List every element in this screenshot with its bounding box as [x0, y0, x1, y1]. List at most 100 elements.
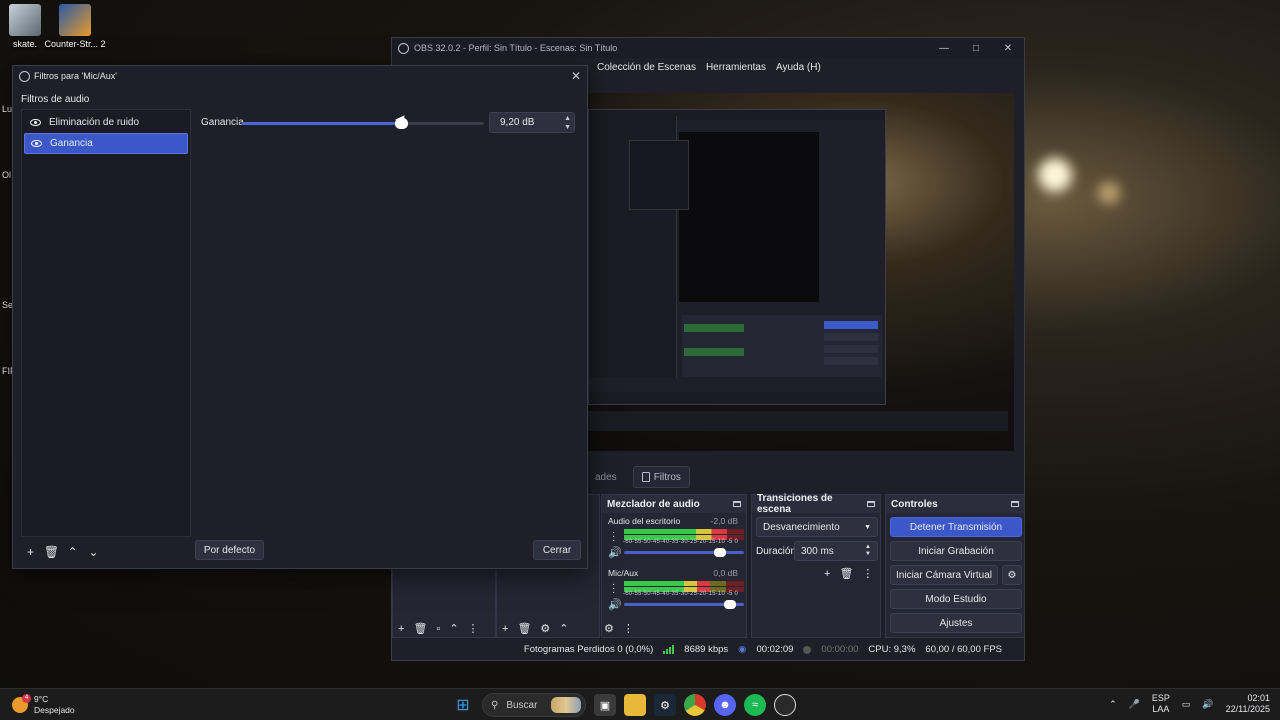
- speaker-icon[interactable]: 🔊: [608, 598, 622, 611]
- task-view-icon[interactable]: ▣: [594, 694, 616, 716]
- mixer-menu-icon[interactable]: ⋮: [623, 622, 634, 635]
- remove-source-icon[interactable]: 🗑: [413, 622, 427, 635]
- add-transition-icon[interactable]: +: [824, 568, 830, 580]
- fps: 60,00 / 60,00 FPS: [925, 644, 1002, 655]
- volume-slider[interactable]: [624, 600, 744, 609]
- signal-bars-icon: [663, 645, 675, 654]
- gain-value-input[interactable]: 9,20 dB ▲ ▼: [489, 112, 575, 133]
- popout-icon[interactable]: [867, 501, 875, 507]
- transitions-dock: Transiciones de escena Desvanecimiento ▼…: [751, 493, 881, 638]
- spin-arrows-icon[interactable]: ▲ ▼: [564, 114, 571, 132]
- menu-tools[interactable]: Herramientas: [706, 62, 766, 73]
- weather-icon: 4: [12, 694, 31, 713]
- channel-db: 0,0 dB: [713, 568, 738, 578]
- popout-icon[interactable]: [1011, 501, 1019, 507]
- scene-up-icon[interactable]: ⌃: [559, 622, 568, 635]
- move-up-icon[interactable]: ⌃: [449, 622, 458, 635]
- tab-filters[interactable]: Filtros: [632, 466, 690, 488]
- chrome-icon[interactable]: [684, 694, 706, 716]
- source-menu-icon[interactable]: ⋮: [468, 622, 479, 635]
- close-button[interactable]: Cerrar: [533, 540, 581, 560]
- steam-icon[interactable]: ⚙: [654, 694, 676, 716]
- duration-input[interactable]: 300 ms ▲ ▼: [794, 541, 878, 561]
- move-down-icon[interactable]: ⌄: [86, 544, 101, 559]
- virtual-camera-settings-button[interactable]: ⚙: [1002, 565, 1022, 585]
- volume-knob[interactable]: [714, 548, 726, 557]
- eye-icon[interactable]: [30, 119, 41, 126]
- weather-condition: Despejado: [34, 705, 75, 715]
- search-highlight-image: [551, 697, 581, 713]
- mixer-channel-desktop: Audio del escritorio -2,0 dB · · · -60-55-…: [602, 513, 746, 565]
- start-button-icon[interactable]: ⊞: [452, 694, 474, 716]
- defaults-button[interactable]: Por defecto: [195, 540, 264, 560]
- mixer-advanced-icon[interactable]: ⚙: [604, 622, 614, 635]
- volume-knob[interactable]: [723, 600, 736, 609]
- taskbar-apps: ⊞ ⚲ Buscar ▣ ⚙ ☻ ≈: [452, 693, 796, 717]
- windows-taskbar: 4 9°C Despejado ⊞ ⚲ Buscar ▣ ⚙ ☻ ≈ ⌃ 🎤 E…: [0, 688, 1280, 720]
- close-window-button[interactable]: ✕: [992, 38, 1024, 58]
- remove-scene-icon[interactable]: 🗑: [517, 622, 531, 635]
- network-icon[interactable]: ▭: [1182, 699, 1191, 710]
- clock[interactable]: 02:01 22/11/2025: [1226, 693, 1270, 715]
- menu-scene-collection[interactable]: Colección de Escenas: [597, 62, 696, 73]
- discord-icon[interactable]: ☻: [714, 694, 736, 716]
- close-icon[interactable]: ✕: [571, 69, 581, 83]
- transition-menu-icon[interactable]: ⋮: [862, 567, 873, 580]
- gear-icon: ⚙: [1007, 569, 1017, 581]
- transition-select[interactable]: Desvanecimiento ▼: [756, 517, 878, 537]
- channel-db: -2,0 dB: [710, 516, 738, 526]
- weather-badge: 4: [22, 694, 31, 703]
- minimize-button[interactable]: —: [928, 38, 960, 58]
- settings-button[interactable]: Ajustes: [890, 613, 1022, 633]
- add-source-icon[interactable]: +: [398, 623, 404, 635]
- remove-transition-icon[interactable]: 🗑: [839, 567, 853, 580]
- taskbar-search[interactable]: ⚲ Buscar: [482, 693, 586, 717]
- obs-statusbar: Fotogramas Perdidos 0 (0,0%) 8689 kbps ◉…: [392, 639, 1024, 660]
- start-recording-button[interactable]: Iniciar Grabación: [890, 541, 1022, 561]
- cpu-usage: CPU: 9,3%: [868, 644, 916, 655]
- popout-icon[interactable]: [733, 501, 741, 507]
- language-indicator[interactable]: ESP LAA: [1152, 693, 1170, 715]
- channel-menu-icon[interactable]: · · ·: [612, 528, 615, 546]
- filters-dialog: Filtros para 'Mic/Aux' ✕ Filtros de audi…: [12, 65, 588, 569]
- dialog-titlebar: Filtros para 'Mic/Aux': [13, 66, 587, 86]
- microphone-icon[interactable]: 🎤: [1129, 699, 1140, 710]
- add-scene-icon[interactable]: +: [502, 623, 508, 635]
- source-properties-icon[interactable]: ▫: [436, 623, 440, 635]
- filter-item-noise-suppression[interactable]: Eliminación de ruido: [24, 112, 188, 133]
- filter-item-gain[interactable]: Ganancia: [24, 133, 188, 154]
- chevron-up-icon[interactable]: ⌃: [1109, 699, 1117, 710]
- bitrate: 8689 kbps: [684, 644, 729, 655]
- volume-slider[interactable]: [624, 548, 744, 557]
- gain-label: Ganancia: [201, 117, 244, 128]
- maximize-button[interactable]: □: [960, 38, 992, 58]
- file-explorer-icon[interactable]: [624, 694, 646, 716]
- channel-menu-icon[interactable]: · · ·: [612, 580, 615, 598]
- dock-tabs: ades Filtros: [587, 466, 690, 488]
- start-virtual-camera-button[interactable]: Iniciar Cámara Virtual: [890, 565, 998, 585]
- spin-arrows-icon[interactable]: ▲ ▼: [865, 544, 871, 558]
- remove-filter-icon[interactable]: 🗑: [44, 544, 59, 559]
- chevron-down-icon: ▼: [864, 523, 871, 531]
- nested-taskbar-capture: [588, 411, 1008, 431]
- temperature: 9°C: [34, 694, 49, 704]
- level-fill: [624, 581, 711, 586]
- eye-icon[interactable]: [31, 140, 42, 147]
- studio-mode-button[interactable]: Modo Estudio: [890, 589, 1022, 609]
- move-up-icon[interactable]: ⌃: [65, 544, 80, 559]
- spotify-icon[interactable]: ≈: [744, 694, 766, 716]
- background-light: [1038, 158, 1072, 192]
- weather-widget[interactable]: 4 9°C Despejado: [12, 694, 75, 716]
- stop-streaming-button[interactable]: Detener Transmisión: [890, 517, 1022, 537]
- obs-taskbar-icon[interactable]: [774, 694, 796, 716]
- menu-help[interactable]: Ayuda (H): [776, 62, 821, 73]
- add-filter-icon[interactable]: +: [23, 544, 38, 559]
- volume-icon[interactable]: 🔊: [1202, 699, 1213, 710]
- background-light: [1098, 182, 1120, 204]
- scene-settings-gear-icon[interactable]: ⚙: [540, 622, 550, 635]
- controls-dock: Controles Detener Transmisión Iniciar Gr…: [885, 494, 1025, 638]
- desktop-icon-counter-strike[interactable]: Counter-Str... 2: [40, 4, 110, 49]
- speaker-icon[interactable]: 🔊: [608, 546, 622, 559]
- tab-properties[interactable]: ades: [587, 466, 625, 488]
- gain-slider[interactable]: [242, 118, 484, 129]
